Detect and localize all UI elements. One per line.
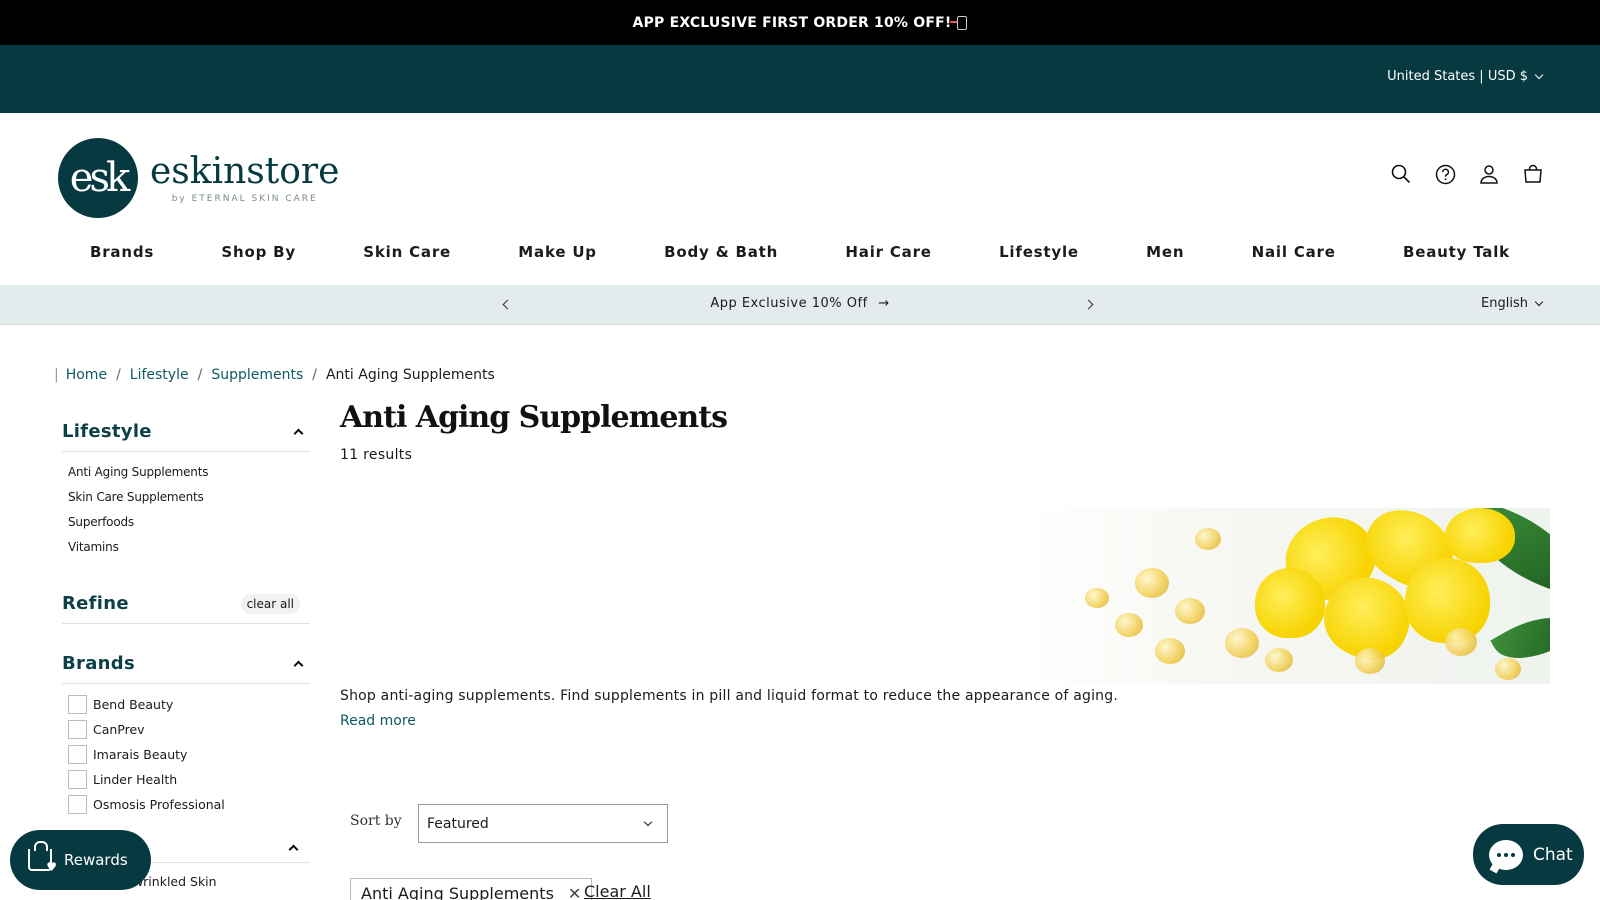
refine-header: Refine clear all — [62, 584, 310, 624]
category-item[interactable]: Vitamins — [68, 535, 304, 560]
filter-sidebar: Lifestyle Anti Aging Supplements Skin Ca… — [62, 412, 310, 825]
brands-header[interactable]: Brands — [62, 644, 310, 684]
brand-list: Bend Beauty CanPrev Imarais Beauty Linde… — [62, 684, 310, 825]
category-item[interactable]: Skin Care Supplements — [68, 485, 304, 510]
nav-hair-care[interactable]: Hair Care — [845, 243, 931, 273]
breadcrumb-separator: / — [312, 367, 317, 383]
brand-filter[interactable]: Bend Beauty — [68, 692, 304, 717]
chat-label: Chat — [1533, 844, 1573, 865]
chevron-up-icon — [293, 428, 304, 439]
site-header: esk eskinstore by ETERNAL SKIN CARE Bran… — [0, 113, 1600, 285]
breadcrumb-separator: / — [116, 367, 121, 383]
cart-icon[interactable] — [1522, 163, 1544, 185]
checkbox[interactable] — [68, 745, 87, 764]
checkbox[interactable] — [68, 795, 87, 814]
breadcrumb-divider: | — [54, 367, 59, 383]
category-item[interactable]: Superfoods — [68, 510, 304, 535]
country-selector[interactable]: United States | USD $ — [1387, 69, 1544, 84]
chevron-up-icon — [288, 844, 299, 855]
close-icon[interactable]: ✕ — [568, 884, 581, 900]
brands-title: Brands — [62, 653, 135, 674]
chevron-up-icon — [293, 660, 304, 671]
brand-filter[interactable]: Osmosis Professional — [68, 792, 304, 817]
breadcrumb: | Home / Lifestyle / Supplements / Anti … — [54, 367, 495, 383]
page-title: Anti Aging Supplements — [340, 400, 728, 435]
phone-icon — [950, 15, 968, 30]
category-list: Anti Aging Supplements Skin Care Supplem… — [62, 452, 310, 568]
country-label: United States | USD $ — [1387, 69, 1528, 84]
category-title: Lifestyle — [62, 421, 152, 442]
active-filter-chip[interactable]: Anti Aging Supplements ✕ — [350, 878, 593, 900]
read-more-link[interactable]: Read more — [340, 713, 416, 729]
chevron-down-icon — [643, 817, 653, 827]
category-item[interactable]: Anti Aging Supplements — [68, 460, 304, 485]
chat-bubble-icon — [1489, 839, 1523, 870]
brand-filter[interactable]: Linder Health — [68, 767, 304, 792]
help-icon[interactable] — [1434, 163, 1456, 185]
announcement-bar: APP EXCLUSIVE FIRST ORDER 10% OFF! — [0, 0, 1600, 45]
promo-link[interactable]: App Exclusive 10% Off — [710, 296, 867, 311]
collection-main: Anti Aging Supplements 11 results — [340, 400, 1550, 463]
sort-select[interactable]: Featured — [418, 804, 668, 843]
nav-brands[interactable]: Brands — [90, 243, 154, 273]
chevron-down-icon — [1534, 297, 1544, 307]
clear-all-button[interactable]: clear all — [240, 593, 300, 614]
locale-bar: United States | USD $ — [0, 45, 1600, 113]
rewards-button[interactable]: ♥ Rewards — [10, 830, 151, 890]
breadcrumb-home[interactable]: Home — [66, 367, 107, 383]
announcement-text: APP EXCLUSIVE FIRST ORDER 10% OFF! — [632, 14, 952, 31]
collection-description: Shop anti-aging supplements. Find supple… — [340, 688, 1118, 704]
nav-body-bath[interactable]: Body & Bath — [664, 243, 778, 273]
checkbox[interactable] — [68, 695, 87, 714]
logo-name: eskinstore — [150, 151, 340, 192]
account-icon[interactable] — [1478, 163, 1500, 185]
chat-button[interactable]: Chat — [1473, 824, 1584, 885]
logo[interactable]: esk eskinstore by ETERNAL SKIN CARE — [58, 138, 339, 218]
sort-label: Sort by — [350, 813, 402, 829]
language-selector[interactable]: English — [1481, 296, 1544, 311]
active-filter-label: Anti Aging Supplements — [361, 883, 554, 900]
nav-lifestyle[interactable]: Lifestyle — [999, 243, 1079, 273]
breadcrumb-lifestyle[interactable]: Lifestyle — [130, 367, 189, 383]
brand-filter[interactable]: Imarais Beauty — [68, 742, 304, 767]
refine-title: Refine — [62, 593, 129, 614]
nav-nail-care[interactable]: Nail Care — [1252, 243, 1336, 273]
nav-skin-care[interactable]: Skin Care — [363, 243, 451, 273]
rewards-label: Rewards — [64, 851, 128, 869]
concerns-toggle[interactable] — [288, 838, 305, 857]
nav-beauty-talk[interactable]: Beauty Talk — [1403, 243, 1510, 273]
logo-mark: esk — [58, 138, 138, 218]
logo-tagline: by ETERNAL SKIN CARE — [171, 194, 318, 204]
clear-all-filters-link[interactable]: Clear All — [584, 882, 651, 900]
category-header[interactable]: Lifestyle — [62, 412, 310, 452]
nav-shop-by[interactable]: Shop By — [221, 243, 296, 273]
results-count: 11 results — [340, 447, 413, 463]
language-label: English — [1481, 296, 1528, 311]
nav-make-up[interactable]: Make Up — [518, 243, 597, 273]
shopping-bag-icon: ♥ — [28, 841, 57, 874]
promo-bar: App Exclusive 10% Off → English — [0, 285, 1600, 325]
checkbox[interactable] — [68, 770, 87, 789]
brand-filter[interactable]: CanPrev — [68, 717, 304, 742]
collection-banner-image — [1025, 508, 1550, 684]
checkbox[interactable] — [68, 720, 87, 739]
breadcrumb-current: Anti Aging Supplements — [325, 367, 495, 383]
chevron-down-icon — [1534, 70, 1544, 80]
arrow-right-icon: → — [878, 296, 890, 311]
breadcrumb-separator: / — [197, 367, 203, 383]
chevron-right-icon[interactable] — [1083, 298, 1099, 312]
search-icon[interactable] — [1390, 163, 1412, 185]
sort-value: Featured — [427, 815, 489, 832]
breadcrumb-supplements[interactable]: Supplements — [211, 367, 303, 383]
main-nav: Brands Shop By Skin Care Make Up Body & … — [0, 243, 1600, 273]
nav-men[interactable]: Men — [1146, 243, 1184, 273]
